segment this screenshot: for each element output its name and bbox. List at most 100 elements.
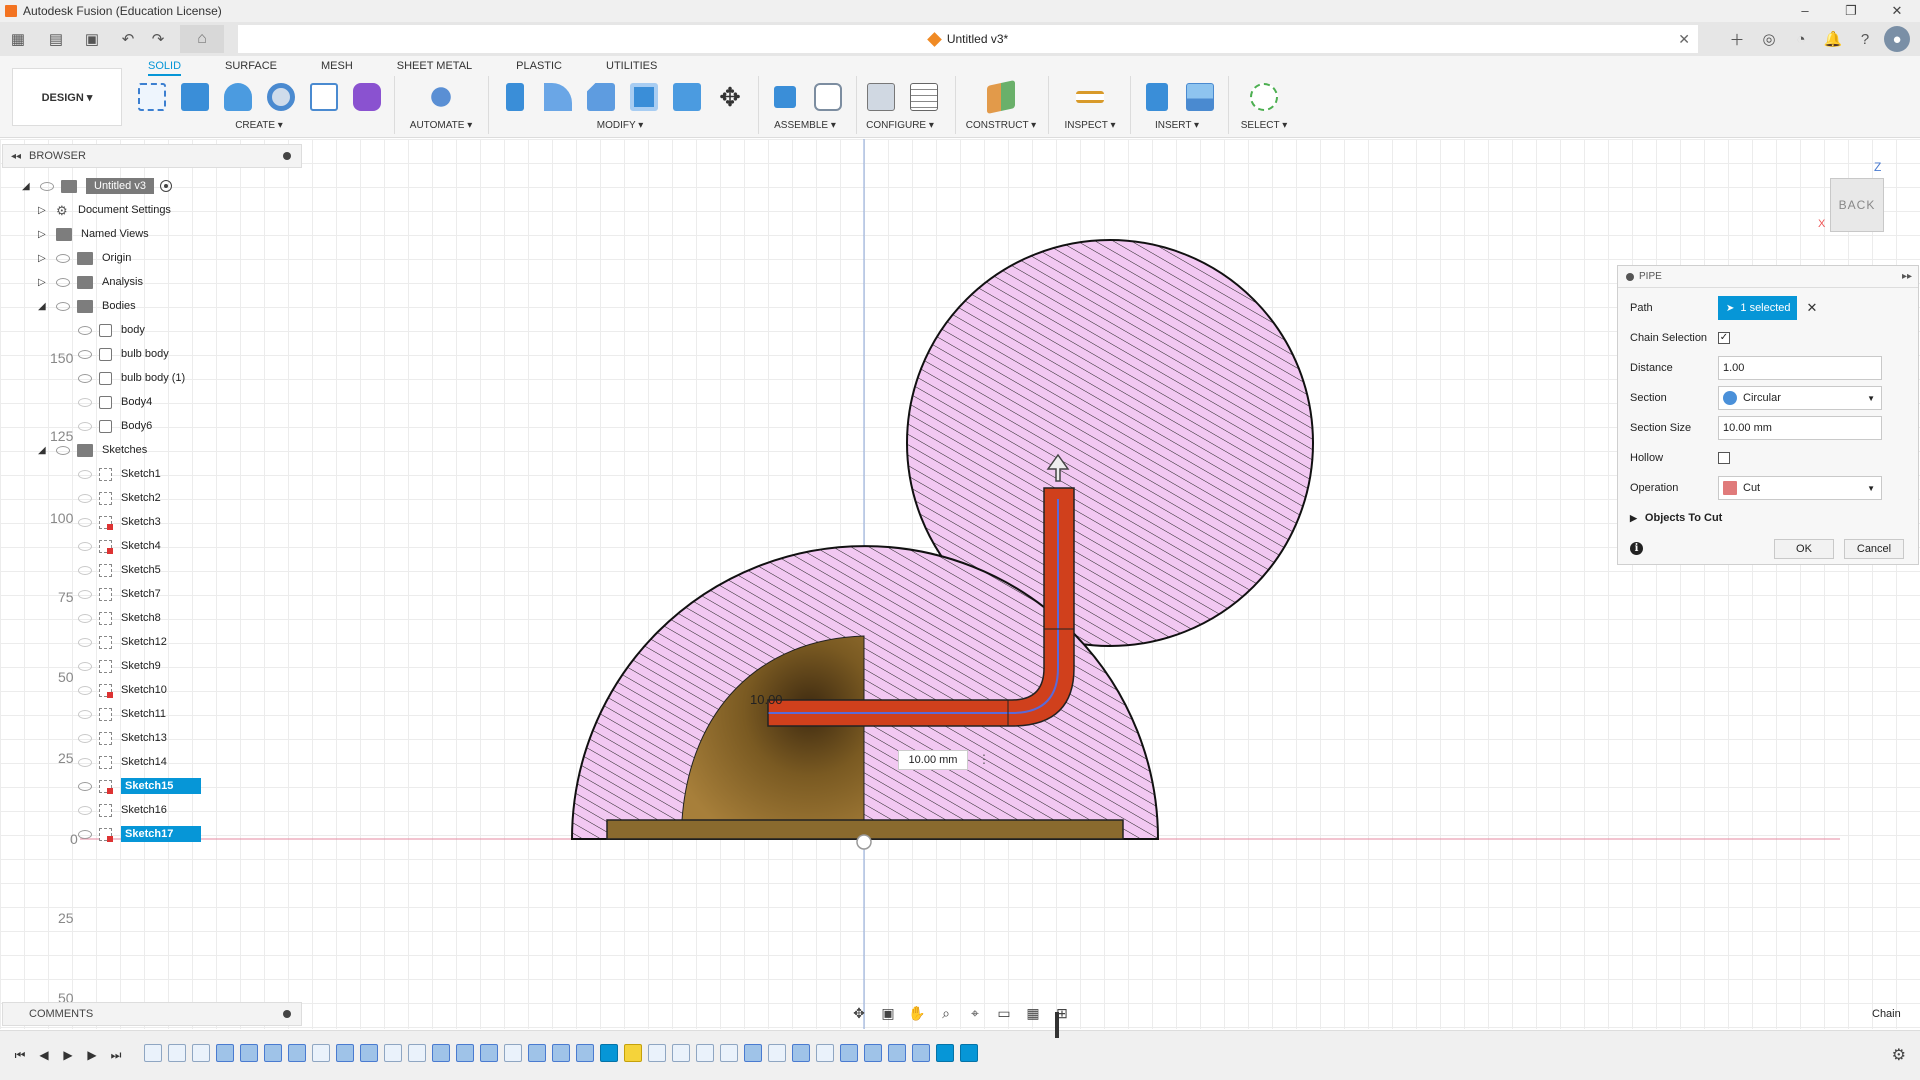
tab-surface[interactable]: SURFACE [225,58,277,76]
configuration-table-icon[interactable] [907,80,941,114]
browser-folder-item[interactable]: ▷ Origin [38,248,131,268]
timeline-feature[interactable] [336,1044,354,1062]
visibility-eye-icon[interactable] [78,421,92,431]
visibility-eye-icon[interactable] [78,757,92,767]
collapse-arrow-icon[interactable]: ◢ [38,445,50,456]
expand-dialog-icon[interactable]: ▸▸ [1902,271,1912,282]
timeline-feature[interactable] [744,1044,762,1062]
document-tab[interactable]: Untitled v3* ✕ [238,25,1698,53]
move-icon[interactable]: ✥ [713,80,747,114]
offset-plane-icon[interactable] [984,80,1018,114]
timeline-feature[interactable] [456,1044,474,1062]
visibility-eye-icon[interactable] [78,541,92,551]
visibility-eye-icon[interactable] [78,805,92,815]
section-size-input[interactable]: 10.00 mm [898,750,968,770]
timeline-feature[interactable] [264,1044,282,1062]
activate-component-icon[interactable] [159,180,172,192]
timeline-sketch[interactable] [960,1044,978,1062]
automate-icon[interactable] [424,80,458,114]
timeline-feature[interactable] [912,1044,930,1062]
group-select[interactable]: SELECT ▾ [1241,120,1288,131]
timeline-sketch[interactable] [768,1044,786,1062]
select-icon[interactable] [1247,80,1281,114]
timeline-sketch[interactable] [384,1044,402,1062]
display-settings-icon[interactable]: ▭ [991,1003,1017,1023]
expand-arrow-icon[interactable]: ▷ [38,277,50,288]
insert-canvas-icon[interactable] [1183,80,1217,114]
browser-sketch-item[interactable]: Sketch13 [78,728,167,748]
browser-sketch-item[interactable]: Sketch4 [78,536,161,556]
browser-sketch-item[interactable]: Sketch7 [78,584,161,604]
browser-folder-item[interactable]: ▷ Analysis [38,272,143,292]
operation-dropdown[interactable]: Cut ▼ [1718,476,1882,500]
browser-folder-item[interactable]: ◢ Bodies [38,296,136,316]
timeline-feature[interactable] [216,1044,234,1062]
timeline-feature[interactable] [432,1044,450,1062]
expand-arrow-icon[interactable]: ▷ [38,205,50,216]
extrude-icon[interactable] [178,80,212,114]
expand-arrow-icon[interactable]: ▷ [38,253,50,264]
restore-button[interactable]: ❐ [1828,0,1874,22]
timeline-feature[interactable] [888,1044,906,1062]
browser-folder-item[interactable]: ▷ ⚙ Document Settings [38,200,171,220]
step-forward-icon[interactable]: ▶ [80,1045,104,1065]
visibility-eye-icon[interactable] [78,613,92,623]
visibility-eye-icon[interactable] [78,589,92,599]
shell-icon[interactable] [627,80,661,114]
browser-sketch-item[interactable]: Sketch1 [78,464,161,484]
timeline-sketch[interactable] [696,1044,714,1062]
browser-sketch-item[interactable]: Sketch8 [78,608,161,628]
group-construct[interactable]: CONSTRUCT ▾ [966,120,1036,131]
visibility-eye-icon[interactable] [56,253,70,263]
undo-icon[interactable]: ↶ [116,27,140,51]
tab-plastic[interactable]: PLASTIC [516,58,562,76]
timeline-sketch[interactable] [408,1044,426,1062]
browser-body-item[interactable]: Body4 [78,392,152,412]
objects-to-cut-section[interactable]: ▶ Objects To Cut [1630,506,1722,530]
timeline-sketch[interactable] [192,1044,210,1062]
more-options-icon[interactable]: ⋮ [978,752,990,766]
group-modify[interactable]: MODIFY ▾ [597,120,644,131]
browser-header[interactable]: ◂◂ BROWSER [2,144,302,168]
visibility-eye-icon[interactable] [78,565,92,575]
browser-root-item[interactable]: ◢ Untitled v3 [22,176,172,196]
tab-utilities[interactable]: UTILITIES [606,58,657,76]
close-window-button[interactable]: ✕ [1874,0,1920,22]
group-insert[interactable]: INSERT ▾ [1155,120,1199,131]
timeline-sketch[interactable] [504,1044,522,1062]
visibility-eye-icon[interactable] [78,517,92,527]
timeline-marker[interactable] [1055,1012,1059,1038]
go-to-end-icon[interactable]: ⏭ [104,1045,128,1065]
grid-settings-icon[interactable]: ▦ [1020,1003,1046,1023]
visibility-eye-icon[interactable] [56,277,70,287]
visibility-eye-icon[interactable] [78,469,92,479]
visibility-eye-icon[interactable] [78,781,92,791]
hollow-checkbox[interactable] [1718,452,1730,464]
insert-derive-icon[interactable] [1140,80,1174,114]
play-icon[interactable]: ▶ [56,1045,80,1065]
new-component-icon[interactable] [768,80,802,114]
timeline-feature[interactable] [240,1044,258,1062]
look-at-icon[interactable]: ▣ [875,1003,901,1023]
timeline-sketch[interactable] [672,1044,690,1062]
browser-sketch-item[interactable]: Sketch12 [78,632,167,652]
browser-body-item[interactable]: Body6 [78,416,152,436]
add-comment-icon[interactable] [283,1010,291,1018]
chain-selection-checkbox[interactable]: ✓ [1718,332,1730,344]
browser-sketch-item[interactable]: Sketch16 [78,800,167,820]
group-automate[interactable]: AUTOMATE ▾ [410,120,472,131]
browser-sketch-item[interactable]: Sketch11 [78,704,166,724]
apps-grid-icon[interactable]: ▦ [6,27,30,51]
comments-panel[interactable]: COMMENTS [2,1002,302,1026]
section-size-field-input[interactable]: 10.00 mm [1718,416,1882,440]
browser-body-item[interactable]: bulb body [78,344,169,364]
timeline-sketch[interactable] [936,1044,954,1062]
browser-sketch-item[interactable]: Sketch9 [78,656,161,676]
browser-sketch-item[interactable]: Sketch5 [78,560,161,580]
visibility-eye-icon[interactable] [78,637,92,647]
gear-icon[interactable]: ⚙ [1892,1045,1906,1065]
data-panel-icon[interactable]: ◎ [1756,26,1782,52]
file-menu-icon[interactable]: ▤ [44,27,68,51]
create-sketch-icon[interactable] [135,80,169,114]
orbit-icon[interactable]: ✥ [846,1003,872,1023]
